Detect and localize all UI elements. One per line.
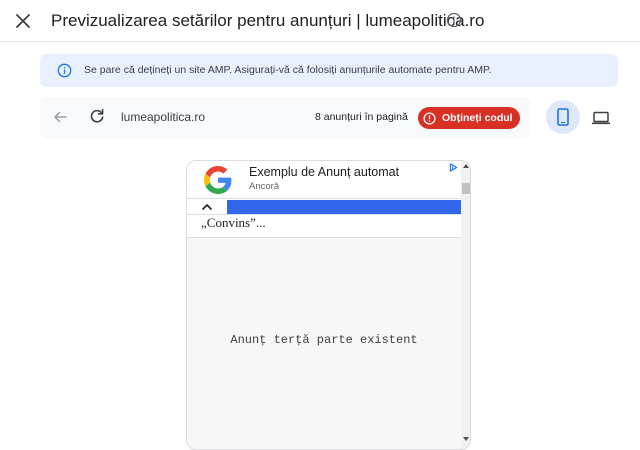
info-icon[interactable] bbox=[446, 12, 462, 28]
reload-icon[interactable] bbox=[89, 108, 105, 124]
page-title: Previzualizarea setărilor pentru anunțur… bbox=[51, 11, 485, 30]
amp-info-banner: Se pare că dețineți un site AMP. Asigura… bbox=[40, 54, 618, 87]
google-logo-icon bbox=[204, 166, 232, 194]
close-button[interactable] bbox=[12, 10, 34, 32]
ad-count-label: 8 anunțuri în pagină bbox=[315, 111, 408, 123]
preview-url: lumeapolitica.ro bbox=[121, 110, 206, 124]
banner-text: Se pare că dețineți un site AMP. Asigura… bbox=[84, 64, 492, 76]
adchoices-icon[interactable] bbox=[449, 163, 458, 172]
close-icon bbox=[16, 14, 30, 28]
placeholder-label: Anunț terță parte existent bbox=[230, 333, 418, 347]
preview-toolbar: lumeapolitica.ro 8 anunțuri în pagină Ob… bbox=[40, 97, 530, 138]
ad-collapse-row bbox=[187, 198, 461, 214]
scroll-up-arrow[interactable] bbox=[463, 164, 469, 168]
third-party-ad-placeholder: Anunț terță parte existent bbox=[187, 238, 461, 449]
desktop-view-toggle[interactable] bbox=[591, 108, 611, 128]
error-icon bbox=[423, 111, 436, 125]
scroll-down-arrow[interactable] bbox=[463, 437, 469, 441]
laptop-icon bbox=[592, 111, 610, 125]
article-snippet: „Convins”... bbox=[201, 215, 266, 230]
scroll-thumb[interactable] bbox=[462, 183, 470, 194]
chevron-up-icon[interactable] bbox=[200, 200, 214, 214]
get-code-label: Obțineți codul bbox=[442, 112, 513, 124]
mobile-icon bbox=[557, 108, 569, 126]
ad-subtitle: Ancoră bbox=[249, 181, 280, 192]
anchor-ad[interactable]: Exemplu de Anunț automat Ancoră bbox=[187, 161, 461, 198]
page-content-row: „Convins”... bbox=[187, 214, 461, 238]
mobile-view-toggle[interactable] bbox=[546, 100, 580, 134]
get-code-button[interactable]: Obțineți codul bbox=[418, 107, 520, 129]
ad-title: Exemplu de Anunț automat bbox=[249, 165, 400, 179]
back-arrow-icon[interactable] bbox=[52, 109, 68, 125]
info-icon bbox=[57, 63, 72, 78]
mobile-preview-frame: Exemplu de Anunț automat Ancoră „Convins… bbox=[186, 160, 471, 450]
dialog-header: Previzualizarea setărilor pentru anunțur… bbox=[0, 0, 640, 42]
preview-scrollbar[interactable] bbox=[461, 161, 470, 449]
anchor-ad-bar bbox=[227, 200, 461, 214]
